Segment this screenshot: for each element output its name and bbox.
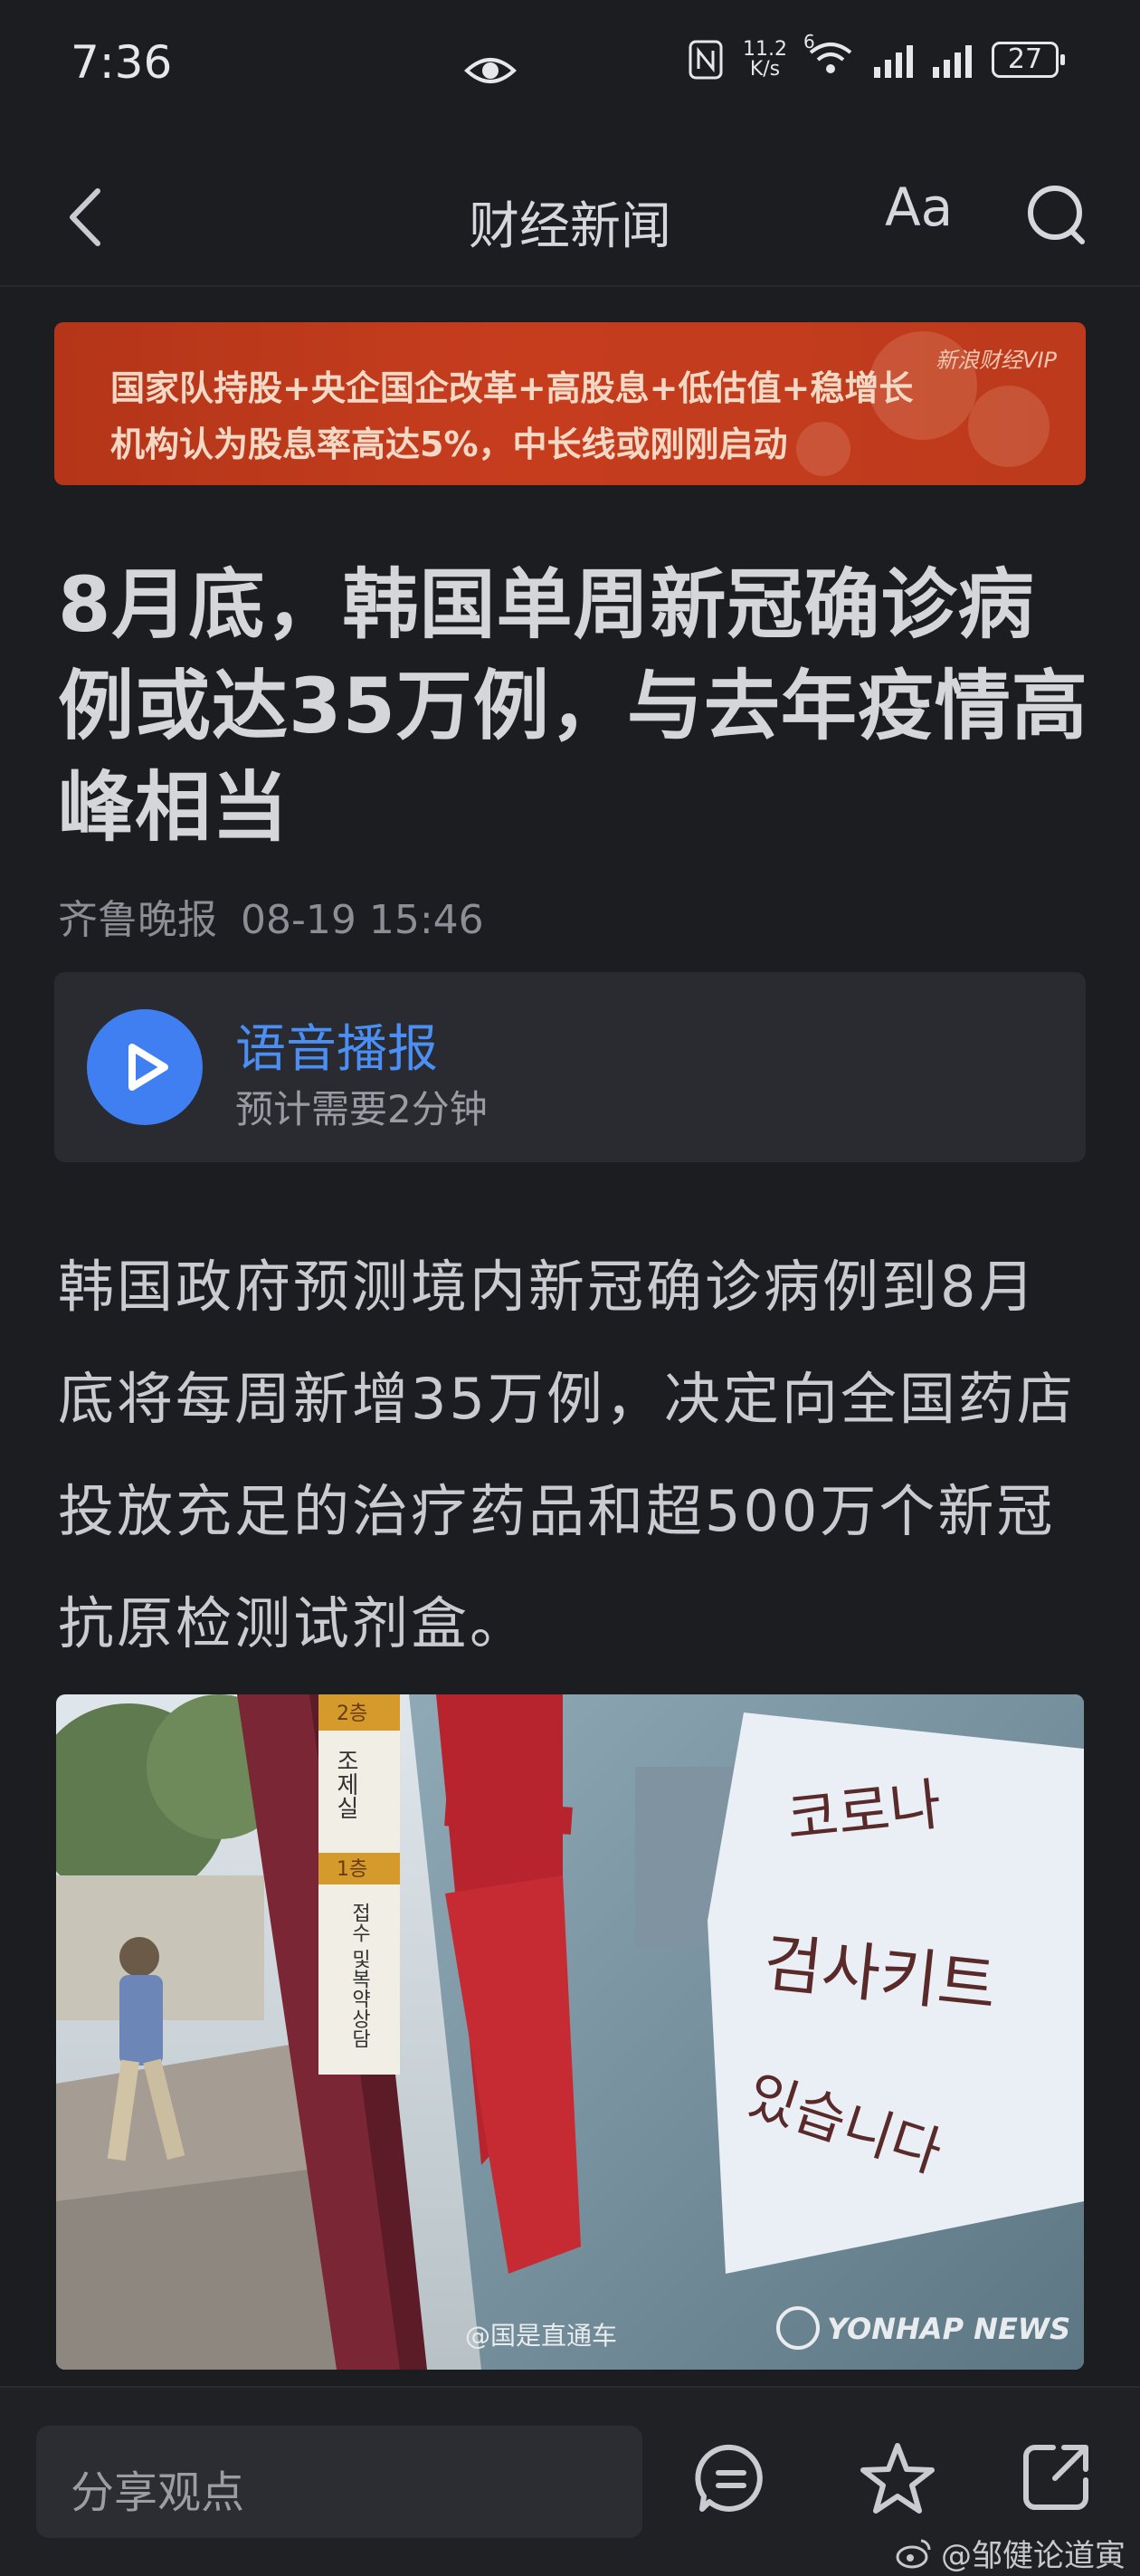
wifi-tag: 6 — [803, 31, 815, 52]
net-speed-value: 11.2 — [743, 38, 787, 61]
search-icon[interactable] — [1024, 182, 1089, 247]
watermark-text: @邹健论道寅 — [941, 2538, 1126, 2574]
status-icons: 11.2 K/s 6 27 — [689, 31, 1065, 80]
article-datetime: 08-19 15:46 — [241, 897, 484, 943]
signal-icon-2 — [933, 42, 972, 78]
promo-banner[interactable]: 国家队持股+央企国企改革+高股息+低估值+稳增长 机构认为股息率高达5%，中长线… — [54, 322, 1086, 485]
audio-title: 语音播报 — [235, 1020, 438, 1079]
audio-duration: 预计需要2分钟 — [235, 1087, 488, 1131]
floor-label-2: 1층 — [337, 1858, 367, 1881]
battery-icon: 27 — [992, 42, 1065, 78]
banner-brand-logo: 新浪财经VIP — [936, 348, 1057, 373]
wifi-icon: 6 — [803, 31, 854, 80]
banner-line-1: 国家队持股+央企国企改革+高股息+低估值+稳增长 — [110, 368, 914, 408]
status-bar: 7:36 11.2 K/s 6 27 — [0, 0, 1140, 136]
weibo-icon — [896, 2539, 931, 2568]
article-source[interactable]: 齐鲁晚报 — [58, 897, 217, 943]
audio-broadcast-card[interactable]: 语音播报 预计需要2分钟 — [54, 972, 1086, 1162]
article-meta: 齐鲁晚报 08-19 15:46 — [58, 887, 484, 945]
banner-line-2: 机构认为股息率高达5%，中长线或刚刚启动 — [110, 425, 788, 464]
net-speed-unit: K/s — [749, 58, 781, 81]
article-body: 韩国政府预测境内新冠确诊病例到8月底将每周新增35万例，决定向全国药店投放充足的… — [58, 1254, 1076, 1656]
font-size-icon[interactable]: Aa — [885, 177, 953, 238]
floor-label-1: 2층 — [337, 1703, 367, 1725]
page-title: 财经新闻 — [469, 197, 671, 256]
signal-icon — [874, 42, 913, 78]
comment-icon[interactable] — [695, 2442, 767, 2514]
nav-bar: 财经新闻 Aa — [0, 149, 1140, 287]
eye-icon — [464, 58, 517, 83]
nfc-icon — [689, 40, 723, 80]
photo-credit: @国是直通车 — [465, 2321, 617, 2351]
play-icon — [128, 1044, 168, 1091]
share-opinion-placeholder: 分享观点 — [71, 2467, 245, 2518]
agency-watermark: YONHAP NEWS — [827, 2312, 1070, 2346]
star-icon[interactable] — [860, 2440, 936, 2516]
pharmacy-photo-illustration: 2층 1층 조제실 접수 및복약상담 코로나 검사키트 있습니다 @国是直通车 … — [56, 1694, 1084, 2370]
article-headline: 8月底，韩国单周新冠确诊病例或达35万例，与去年疫情高峰相当 — [58, 560, 1088, 852]
store-label-2: 접수 및복약상담 — [348, 1903, 371, 2048]
store-label-1: 조제실 — [332, 1749, 359, 1819]
play-button[interactable] — [87, 1009, 203, 1125]
status-time: 7:36 — [71, 36, 173, 89]
share-opinion-input[interactable]: 分享观点 — [36, 2426, 642, 2538]
net-speed: 11.2 K/s — [743, 40, 787, 80]
weibo-watermark: @邹健论道寅 — [896, 2531, 1126, 2575]
article-photo[interactable]: 2층 1층 조제실 접수 및복약상담 코로나 검사키트 있습니다 @国是直通车 … — [56, 1694, 1084, 2370]
share-icon[interactable] — [1022, 2442, 1091, 2511]
